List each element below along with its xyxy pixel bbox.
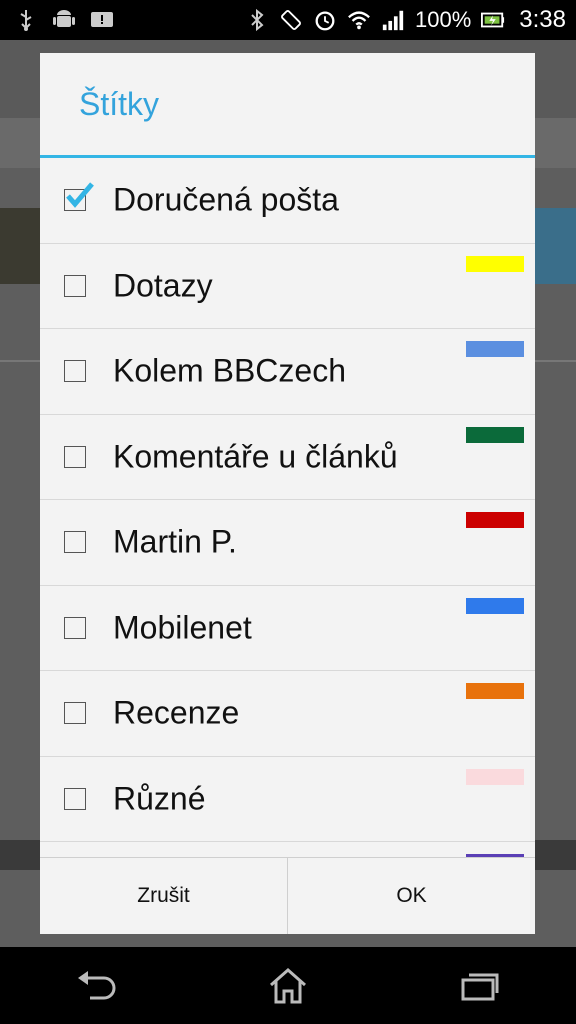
label-row-4[interactable]: Martin P. bbox=[40, 500, 535, 586]
label-name: Doručená pošta bbox=[113, 181, 339, 218]
label-name: Různé bbox=[113, 780, 206, 817]
checkbox[interactable] bbox=[64, 531, 86, 554]
label-color-swatch bbox=[466, 768, 524, 785]
battery-percent: 100% bbox=[415, 7, 472, 32]
checkmark-icon bbox=[66, 182, 94, 209]
recent-apps-icon bbox=[461, 973, 499, 1000]
label-row-8[interactable] bbox=[40, 842, 535, 858]
checkbox[interactable] bbox=[64, 702, 86, 725]
label-color-swatch bbox=[466, 597, 524, 614]
back-button[interactable] bbox=[56, 956, 136, 1016]
label-row-3[interactable]: Komentáře u článků bbox=[40, 415, 535, 500]
checkbox[interactable] bbox=[64, 445, 86, 468]
label-color-swatch bbox=[466, 255, 524, 272]
label-color-swatch bbox=[466, 341, 524, 357]
label-row-2[interactable]: Kolem BBCzech bbox=[40, 329, 535, 415]
bluetooth-icon bbox=[245, 8, 269, 32]
label-name: Martin P. bbox=[113, 523, 237, 560]
checkbox[interactable] bbox=[64, 360, 86, 383]
back-icon bbox=[78, 970, 116, 999]
ok-button[interactable]: OK bbox=[288, 858, 535, 934]
label-row-0[interactable]: Doručená pošta bbox=[40, 158, 535, 244]
cancel-button[interactable]: Zrušit bbox=[40, 858, 287, 934]
alarm-icon bbox=[313, 8, 337, 32]
checkbox[interactable] bbox=[64, 616, 86, 639]
label-name: Dotazy bbox=[113, 267, 213, 304]
status-bar: 100% 3:38 bbox=[0, 0, 576, 40]
wifi-icon bbox=[347, 8, 371, 32]
home-button[interactable] bbox=[248, 956, 328, 1016]
label-name: Mobilenet bbox=[113, 609, 252, 646]
label-color-swatch bbox=[466, 683, 524, 699]
label-name: Recenze bbox=[113, 694, 240, 731]
dialog-actions: Zrušit OK bbox=[40, 857, 535, 934]
checkbox-checked[interactable] bbox=[64, 182, 94, 212]
label-color-swatch bbox=[466, 426, 524, 443]
label-name: Kolem BBCzech bbox=[113, 352, 346, 389]
labels-list[interactable]: Doručená pošta Dotazy Kolem BBCzech Kome… bbox=[40, 158, 535, 858]
label-row-5[interactable]: Mobilenet bbox=[40, 586, 535, 671]
background-app-image bbox=[0, 208, 40, 284]
recent-apps-button[interactable] bbox=[440, 956, 520, 1016]
notification-icon bbox=[90, 8, 114, 32]
battery-icon bbox=[481, 8, 505, 32]
checkbox[interactable] bbox=[64, 274, 86, 297]
label-row-7[interactable]: Různé bbox=[40, 757, 535, 842]
home-icon bbox=[270, 967, 306, 1003]
labels-dialog: Štítky Doručená pošta Dotazy Kolem BBCze… bbox=[40, 53, 535, 934]
checkbox[interactable] bbox=[64, 787, 86, 810]
usb-icon bbox=[14, 8, 38, 32]
signal-icon bbox=[381, 8, 405, 32]
label-color-swatch bbox=[466, 512, 524, 528]
dialog-title: Štítky bbox=[79, 85, 160, 122]
label-row-1[interactable]: Dotazy bbox=[40, 244, 535, 329]
label-name: Komentáře u článků bbox=[113, 438, 398, 475]
rotation-icon bbox=[279, 8, 303, 32]
label-row-6[interactable]: Recenze bbox=[40, 671, 535, 757]
clock: 3:38 bbox=[519, 6, 566, 33]
android-icon bbox=[52, 8, 76, 32]
navigation-bar bbox=[0, 947, 576, 1024]
